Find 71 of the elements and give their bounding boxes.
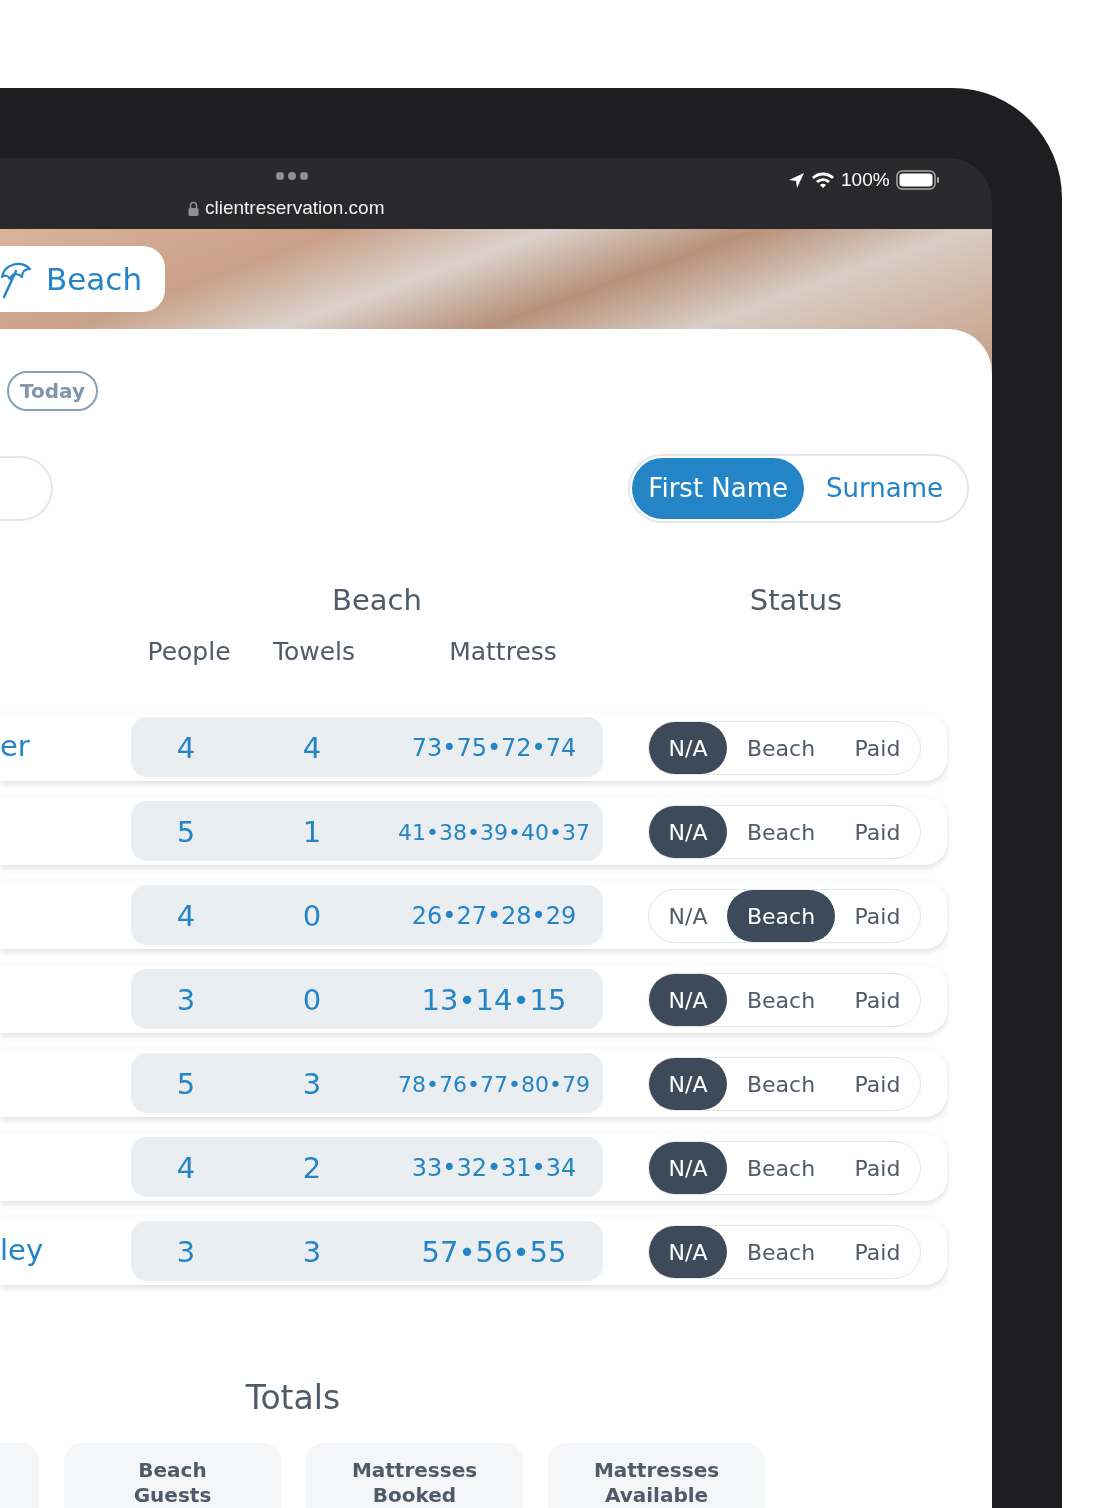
towels-count: 1: [302, 814, 322, 851]
name-toggle-option[interactable]: Surname: [804, 458, 965, 519]
booking-row[interactable]: 5 3 78•76•77•80•79 N/A Beach Paid: [0, 1049, 947, 1117]
column-header: People: [147, 636, 231, 668]
total-label: Mattresses Booked: [350, 1457, 479, 1508]
battery-icon: [895, 170, 940, 191]
mattress-numbers: 13•14•15: [421, 982, 567, 1019]
people-count: 4: [176, 898, 196, 935]
towels-count: 4: [302, 730, 322, 767]
status-option[interactable]: Paid: [835, 890, 920, 942]
totals-heading: Totals: [244, 1377, 342, 1419]
column-group-header: Beach: [332, 582, 422, 619]
status-option[interactable]: Paid: [835, 1226, 920, 1278]
towels-count: 2: [302, 1150, 322, 1187]
mattress-numbers: 26•27•28•29: [411, 901, 577, 932]
column-header: Mattress: [449, 636, 557, 668]
mattress-numbers: 73•75•72•74: [411, 733, 577, 764]
booking-row[interactable]: 3 0 13•14•15 N/A Beach Paid: [0, 965, 947, 1033]
towels-count: 3: [302, 1066, 322, 1103]
name-toggle-option[interactable]: First Name: [632, 458, 805, 519]
towels-count: 3: [302, 1234, 322, 1271]
search-field[interactable]: [0, 456, 53, 521]
booking-row[interactable]: 4 2 33•32•31•34 N/A Beach Paid: [0, 1133, 947, 1201]
people-count: 4: [176, 730, 196, 767]
mattress-numbers: 33•32•31•34: [411, 1153, 577, 1184]
mattress-numbers: 57•56•55: [421, 1234, 567, 1271]
status-option[interactable]: Paid: [835, 974, 920, 1026]
people-count: 3: [176, 1234, 196, 1271]
status-option[interactable]: N/A: [649, 722, 727, 774]
status-option[interactable]: N/A: [649, 890, 727, 942]
booking-row[interactable]: er 4 4 73•75•72•74 N/A Beach Paid: [0, 713, 947, 781]
towels-count: 0: [302, 982, 322, 1019]
status-option[interactable]: N/A: [649, 806, 727, 858]
status-option[interactable]: Beach: [727, 890, 835, 942]
people-count: 5: [176, 1066, 196, 1103]
status-option[interactable]: Beach: [727, 974, 835, 1026]
people-count: 3: [176, 982, 196, 1019]
status-option[interactable]: N/A: [649, 974, 727, 1026]
guest-name: er: [0, 728, 30, 764]
status-option[interactable]: N/A: [649, 1226, 727, 1278]
status-option[interactable]: N/A: [649, 1142, 727, 1194]
total-label: Mattresses Available: [592, 1457, 721, 1508]
column-header: Towels: [272, 636, 356, 668]
lock-icon: [188, 200, 199, 216]
status-option[interactable]: Beach: [727, 1226, 835, 1278]
status-option[interactable]: Paid: [835, 1142, 920, 1194]
wifi-icon: [811, 171, 835, 190]
booking-row[interactable]: 4 0 26•27•28•29 N/A Beach Paid: [0, 881, 947, 949]
people-count: 5: [176, 814, 196, 851]
status-option[interactable]: N/A: [649, 1058, 727, 1110]
status-option[interactable]: Paid: [835, 806, 920, 858]
booking-row[interactable]: 5 1 41•38•39•40•37 N/A Beach Paid: [0, 797, 947, 865]
people-count: 4: [176, 1150, 196, 1187]
status-option[interactable]: Beach: [727, 1142, 835, 1194]
booking-row[interactable]: ley 3 3 57•56•55 N/A Beach Paid: [0, 1217, 947, 1285]
mattress-numbers: 78•76•77•80•79: [398, 1071, 590, 1099]
guest-name: ley: [0, 1232, 44, 1268]
status-option[interactable]: Paid: [835, 722, 920, 774]
status-option[interactable]: Beach: [727, 1058, 835, 1110]
status-option[interactable]: Beach: [727, 722, 835, 774]
mattress-numbers: 41•38•39•40•37: [398, 819, 590, 847]
total-label: Beach Guests: [132, 1457, 213, 1508]
page-title: Beach: [46, 259, 143, 299]
column-group-header: Status: [749, 582, 843, 619]
location-arrow-icon: [788, 171, 805, 189]
status-option[interactable]: Beach: [727, 806, 835, 858]
towels-count: 0: [302, 898, 322, 935]
url-text[interactable]: clientreservation.com: [205, 194, 385, 223]
status-option[interactable]: Paid: [835, 1058, 920, 1110]
more-dots-icon[interactable]: [276, 172, 308, 180]
battery-percent: 100%: [841, 168, 890, 192]
